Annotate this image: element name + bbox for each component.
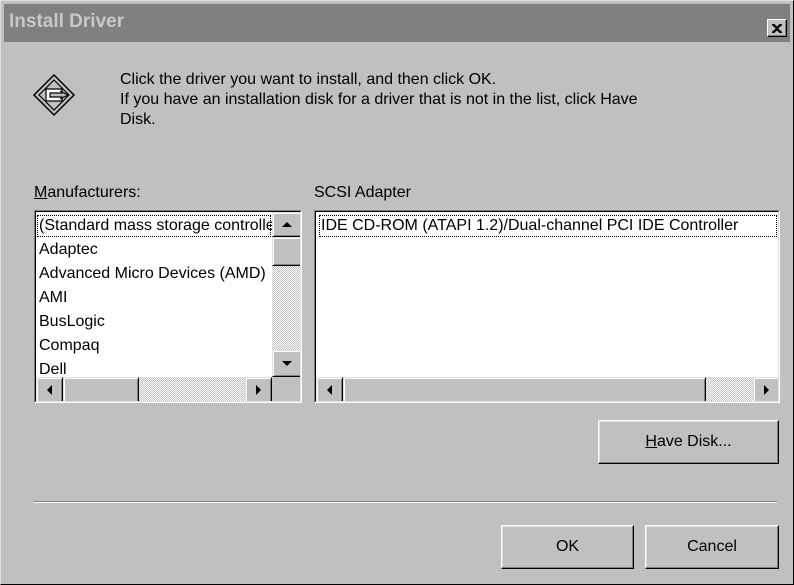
chevron-left-icon	[327, 385, 332, 395]
list-item[interactable]: AMI	[36, 286, 272, 310]
driver-install-icon	[32, 73, 76, 117]
scroll-corner	[272, 377, 300, 401]
scroll-left-button[interactable]	[36, 377, 63, 401]
install-driver-dialog: Install Driver Click the driver you want…	[0, 0, 794, 585]
list-item[interactable]: IDE CD-ROM (ATAPI 1.2)/Dual-channel PCI …	[318, 214, 778, 238]
scsi-adapter-list[interactable]: IDE CD-ROM (ATAPI 1.2)/Dual-channel PCI …	[314, 210, 780, 403]
scroll-left-button[interactable]	[316, 377, 343, 401]
have-disk-accel: H	[645, 433, 657, 450]
manufacturers-hscroll-thumb[interactable]	[63, 377, 139, 401]
list-item[interactable]: Advanced Micro Devices (AMD)	[36, 262, 272, 286]
have-disk-label: ave Disk...	[656, 433, 732, 450]
instructions-line-2: If you have an installation disk for a d…	[120, 91, 638, 108]
title-bar[interactable]: Install Driver	[4, 4, 790, 42]
window-title: Install Driver	[9, 11, 125, 32]
ok-button[interactable]: OK	[501, 525, 634, 569]
cancel-button[interactable]: Cancel	[645, 525, 779, 569]
instructions-text: Click the driver you want to install, an…	[120, 70, 770, 130]
separator	[34, 501, 777, 503]
chevron-down-icon	[282, 361, 292, 366]
have-disk-button[interactable]: Have Disk...	[598, 420, 779, 464]
manufacturers-vscroll-thumb[interactable]	[272, 237, 300, 266]
close-icon	[772, 23, 782, 33]
instructions-line-3: Disk.	[120, 111, 156, 128]
manufacturers-list[interactable]: (Standard mass storage controllers) Adap…	[34, 210, 302, 403]
scroll-up-button[interactable]	[272, 212, 300, 237]
chevron-right-icon	[256, 385, 261, 395]
scroll-right-button[interactable]	[753, 377, 778, 401]
adapter-hscroll-thumb[interactable]	[343, 377, 706, 401]
scroll-down-button[interactable]	[272, 350, 300, 377]
list-item[interactable]: BusLogic	[36, 310, 272, 334]
close-button[interactable]	[767, 19, 787, 37]
manufacturers-label: Manufacturers:	[34, 184, 141, 202]
chevron-right-icon	[764, 385, 769, 395]
manufacturers-label-rest: anufacturers:	[47, 184, 141, 201]
list-item[interactable]: Adaptec	[36, 238, 272, 262]
list-item[interactable]: (Standard mass storage controllers)	[36, 214, 272, 238]
chevron-left-icon	[47, 385, 52, 395]
manufacturers-label-accel: M	[34, 184, 48, 201]
chevron-up-icon	[282, 222, 292, 227]
scsi-adapter-label: SCSI Adapter	[314, 184, 411, 201]
scroll-right-button[interactable]	[245, 377, 272, 401]
instructions-line-1: Click the driver you want to install, an…	[120, 71, 497, 88]
list-item[interactable]: Compaq	[36, 334, 272, 358]
